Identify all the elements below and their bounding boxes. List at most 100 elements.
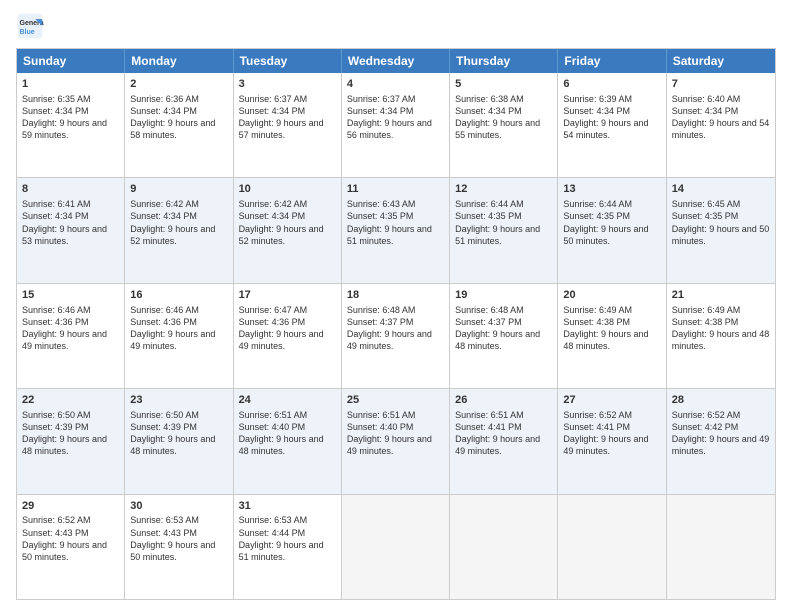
weekday-header-tuesday: Tuesday: [234, 49, 342, 73]
header: General Blue: [16, 12, 776, 40]
day-info: Sunrise: 6:48 AM Sunset: 4:37 PM Dayligh…: [347, 304, 444, 353]
day-cell-11: 11Sunrise: 6:43 AM Sunset: 4:35 PM Dayli…: [342, 178, 450, 282]
day-cell-16: 16Sunrise: 6:46 AM Sunset: 4:36 PM Dayli…: [125, 284, 233, 388]
day-cell-29: 29Sunrise: 6:52 AM Sunset: 4:43 PM Dayli…: [17, 495, 125, 599]
day-info: Sunrise: 6:44 AM Sunset: 4:35 PM Dayligh…: [563, 198, 660, 247]
calendar-row-3: 22Sunrise: 6:50 AM Sunset: 4:39 PM Dayli…: [17, 389, 775, 494]
day-number: 21: [672, 288, 770, 303]
day-cell-19: 19Sunrise: 6:48 AM Sunset: 4:37 PM Dayli…: [450, 284, 558, 388]
day-info: Sunrise: 6:51 AM Sunset: 4:41 PM Dayligh…: [455, 409, 552, 458]
day-cell-5: 5Sunrise: 6:38 AM Sunset: 4:34 PM Daylig…: [450, 73, 558, 177]
day-cell-21: 21Sunrise: 6:49 AM Sunset: 4:38 PM Dayli…: [667, 284, 775, 388]
day-info: Sunrise: 6:45 AM Sunset: 4:35 PM Dayligh…: [672, 198, 770, 247]
day-number: 8: [22, 182, 119, 197]
weekday-header-friday: Friday: [558, 49, 666, 73]
day-number: 22: [22, 393, 119, 408]
calendar-row-0: 1Sunrise: 6:35 AM Sunset: 4:34 PM Daylig…: [17, 73, 775, 178]
day-cell-13: 13Sunrise: 6:44 AM Sunset: 4:35 PM Dayli…: [558, 178, 666, 282]
weekday-header-saturday: Saturday: [667, 49, 775, 73]
day-cell-25: 25Sunrise: 6:51 AM Sunset: 4:40 PM Dayli…: [342, 389, 450, 493]
day-number: 17: [239, 288, 336, 303]
day-cell-26: 26Sunrise: 6:51 AM Sunset: 4:41 PM Dayli…: [450, 389, 558, 493]
page: General Blue SundayMondayTuesdayWednesda…: [0, 0, 792, 612]
day-info: Sunrise: 6:36 AM Sunset: 4:34 PM Dayligh…: [130, 93, 227, 142]
day-number: 19: [455, 288, 552, 303]
day-info: Sunrise: 6:52 AM Sunset: 4:41 PM Dayligh…: [563, 409, 660, 458]
day-number: 30: [130, 499, 227, 514]
day-number: 13: [563, 182, 660, 197]
day-cell-20: 20Sunrise: 6:49 AM Sunset: 4:38 PM Dayli…: [558, 284, 666, 388]
day-cell-31: 31Sunrise: 6:53 AM Sunset: 4:44 PM Dayli…: [234, 495, 342, 599]
day-cell-17: 17Sunrise: 6:47 AM Sunset: 4:36 PM Dayli…: [234, 284, 342, 388]
day-info: Sunrise: 6:39 AM Sunset: 4:34 PM Dayligh…: [563, 93, 660, 142]
day-cell-18: 18Sunrise: 6:48 AM Sunset: 4:37 PM Dayli…: [342, 284, 450, 388]
day-number: 12: [455, 182, 552, 197]
day-info: Sunrise: 6:44 AM Sunset: 4:35 PM Dayligh…: [455, 198, 552, 247]
day-number: 14: [672, 182, 770, 197]
day-number: 31: [239, 499, 336, 514]
day-number: 15: [22, 288, 119, 303]
calendar-row-1: 8Sunrise: 6:41 AM Sunset: 4:34 PM Daylig…: [17, 178, 775, 283]
calendar-row-2: 15Sunrise: 6:46 AM Sunset: 4:36 PM Dayli…: [17, 284, 775, 389]
weekday-header-sunday: Sunday: [17, 49, 125, 73]
day-number: 1: [22, 77, 119, 92]
day-number: 2: [130, 77, 227, 92]
day-info: Sunrise: 6:47 AM Sunset: 4:36 PM Dayligh…: [239, 304, 336, 353]
day-number: 9: [130, 182, 227, 197]
day-info: Sunrise: 6:38 AM Sunset: 4:34 PM Dayligh…: [455, 93, 552, 142]
day-info: Sunrise: 6:37 AM Sunset: 4:34 PM Dayligh…: [347, 93, 444, 142]
logo: General Blue: [16, 12, 48, 40]
day-number: 5: [455, 77, 552, 92]
day-cell-10: 10Sunrise: 6:42 AM Sunset: 4:34 PM Dayli…: [234, 178, 342, 282]
day-cell-3: 3Sunrise: 6:37 AM Sunset: 4:34 PM Daylig…: [234, 73, 342, 177]
day-info: Sunrise: 6:46 AM Sunset: 4:36 PM Dayligh…: [130, 304, 227, 353]
day-cell-27: 27Sunrise: 6:52 AM Sunset: 4:41 PM Dayli…: [558, 389, 666, 493]
day-cell-9: 9Sunrise: 6:42 AM Sunset: 4:34 PM Daylig…: [125, 178, 233, 282]
day-number: 11: [347, 182, 444, 197]
day-info: Sunrise: 6:46 AM Sunset: 4:36 PM Dayligh…: [22, 304, 119, 353]
day-cell-7: 7Sunrise: 6:40 AM Sunset: 4:34 PM Daylig…: [667, 73, 775, 177]
day-info: Sunrise: 6:51 AM Sunset: 4:40 PM Dayligh…: [239, 409, 336, 458]
day-number: 28: [672, 393, 770, 408]
empty-cell: [667, 495, 775, 599]
calendar-header: SundayMondayTuesdayWednesdayThursdayFrid…: [17, 49, 775, 73]
day-cell-23: 23Sunrise: 6:50 AM Sunset: 4:39 PM Dayli…: [125, 389, 233, 493]
day-cell-1: 1Sunrise: 6:35 AM Sunset: 4:34 PM Daylig…: [17, 73, 125, 177]
weekday-header-monday: Monday: [125, 49, 233, 73]
day-number: 24: [239, 393, 336, 408]
day-number: 18: [347, 288, 444, 303]
day-info: Sunrise: 6:42 AM Sunset: 4:34 PM Dayligh…: [239, 198, 336, 247]
day-number: 20: [563, 288, 660, 303]
day-info: Sunrise: 6:37 AM Sunset: 4:34 PM Dayligh…: [239, 93, 336, 142]
day-cell-4: 4Sunrise: 6:37 AM Sunset: 4:34 PM Daylig…: [342, 73, 450, 177]
calendar-row-4: 29Sunrise: 6:52 AM Sunset: 4:43 PM Dayli…: [17, 495, 775, 599]
day-info: Sunrise: 6:42 AM Sunset: 4:34 PM Dayligh…: [130, 198, 227, 247]
day-cell-2: 2Sunrise: 6:36 AM Sunset: 4:34 PM Daylig…: [125, 73, 233, 177]
empty-cell: [558, 495, 666, 599]
day-number: 29: [22, 499, 119, 514]
day-info: Sunrise: 6:53 AM Sunset: 4:43 PM Dayligh…: [130, 514, 227, 563]
day-info: Sunrise: 6:41 AM Sunset: 4:34 PM Dayligh…: [22, 198, 119, 247]
day-info: Sunrise: 6:48 AM Sunset: 4:37 PM Dayligh…: [455, 304, 552, 353]
day-cell-30: 30Sunrise: 6:53 AM Sunset: 4:43 PM Dayli…: [125, 495, 233, 599]
logo-icon: General Blue: [16, 12, 44, 40]
day-number: 16: [130, 288, 227, 303]
calendar: SundayMondayTuesdayWednesdayThursdayFrid…: [16, 48, 776, 600]
day-info: Sunrise: 6:50 AM Sunset: 4:39 PM Dayligh…: [130, 409, 227, 458]
day-cell-14: 14Sunrise: 6:45 AM Sunset: 4:35 PM Dayli…: [667, 178, 775, 282]
day-info: Sunrise: 6:50 AM Sunset: 4:39 PM Dayligh…: [22, 409, 119, 458]
day-number: 4: [347, 77, 444, 92]
day-cell-8: 8Sunrise: 6:41 AM Sunset: 4:34 PM Daylig…: [17, 178, 125, 282]
day-info: Sunrise: 6:40 AM Sunset: 4:34 PM Dayligh…: [672, 93, 770, 142]
empty-cell: [342, 495, 450, 599]
day-number: 26: [455, 393, 552, 408]
day-number: 25: [347, 393, 444, 408]
day-cell-15: 15Sunrise: 6:46 AM Sunset: 4:36 PM Dayli…: [17, 284, 125, 388]
svg-text:Blue: Blue: [20, 29, 35, 36]
day-info: Sunrise: 6:35 AM Sunset: 4:34 PM Dayligh…: [22, 93, 119, 142]
day-info: Sunrise: 6:53 AM Sunset: 4:44 PM Dayligh…: [239, 514, 336, 563]
day-info: Sunrise: 6:49 AM Sunset: 4:38 PM Dayligh…: [672, 304, 770, 353]
day-cell-12: 12Sunrise: 6:44 AM Sunset: 4:35 PM Dayli…: [450, 178, 558, 282]
day-number: 10: [239, 182, 336, 197]
day-cell-22: 22Sunrise: 6:50 AM Sunset: 4:39 PM Dayli…: [17, 389, 125, 493]
